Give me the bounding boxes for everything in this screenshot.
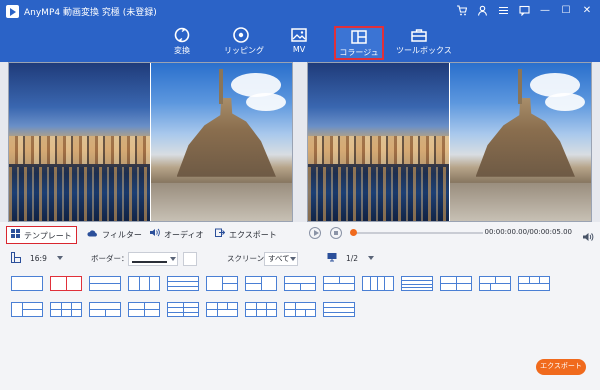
collage-edit-canvas[interactable] bbox=[8, 62, 293, 222]
collage-cell-city[interactable] bbox=[9, 63, 150, 221]
tab-ripper-label: リッピング bbox=[224, 46, 264, 55]
play-icon[interactable] bbox=[309, 227, 321, 239]
maximize-icon[interactable]: ☐ bbox=[559, 3, 573, 18]
tab-filter[interactable]: フィルター bbox=[87, 226, 142, 244]
tab-export-label: エクスポート bbox=[229, 230, 277, 240]
layout-template[interactable] bbox=[89, 302, 121, 317]
disc-icon bbox=[224, 26, 258, 44]
layout-template[interactable] bbox=[479, 276, 511, 291]
tab-audio-label: オーディオ bbox=[164, 230, 204, 240]
app-title: AnyMP4 動画変換 究極 (未登録) bbox=[24, 8, 157, 18]
options-row: 16:9 ボーダー： スクリーン： すべて 1/2 bbox=[0, 250, 600, 268]
layout-template[interactable] bbox=[128, 276, 160, 291]
collage-result-preview bbox=[307, 62, 592, 222]
export-button[interactable]: エクスポート bbox=[536, 359, 586, 375]
window-controls: — ☐ ✕ bbox=[454, 3, 594, 18]
collage-icon bbox=[336, 28, 382, 46]
aspect-ratio-caret[interactable] bbox=[57, 256, 63, 260]
border-color-box[interactable] bbox=[183, 252, 197, 266]
aspect-ratio-icon bbox=[11, 252, 21, 268]
preview-area bbox=[0, 62, 600, 222]
progress-knob[interactable] bbox=[350, 229, 357, 236]
speaker-icon bbox=[150, 226, 160, 244]
settings-tabs: テンプレート フィルター オーディオ エクスポート bbox=[0, 224, 300, 246]
tab-convert-label: 変換 bbox=[174, 46, 190, 55]
layout-template[interactable] bbox=[89, 276, 121, 291]
convert-icon bbox=[168, 26, 196, 44]
preview-cell-city bbox=[308, 63, 449, 221]
tab-template[interactable]: テンプレート bbox=[6, 226, 77, 244]
layout-template[interactable] bbox=[323, 276, 355, 291]
tab-collage[interactable]: コラージュ bbox=[334, 26, 384, 60]
border-select[interactable] bbox=[128, 252, 178, 266]
template-icon bbox=[11, 227, 20, 245]
layout-template[interactable] bbox=[245, 302, 277, 317]
tab-collage-label: コラージュ bbox=[339, 48, 379, 57]
app-window: AnyMP4 動画変換 究極 (未登録) — ☐ ✕ 変換 リッピング MV コ… bbox=[0, 0, 600, 390]
layout-template[interactable] bbox=[362, 276, 394, 291]
layout-template[interactable] bbox=[128, 302, 160, 317]
title-bar: AnyMP4 動画変換 究極 (未登録) — ☐ ✕ bbox=[0, 0, 600, 22]
minimize-icon[interactable]: — bbox=[538, 3, 552, 18]
tab-audio[interactable]: オーディオ bbox=[150, 226, 203, 244]
tab-mv-label: MV bbox=[292, 45, 306, 54]
page-caret[interactable] bbox=[368, 256, 374, 260]
layout-templates bbox=[11, 276, 571, 320]
playback-time: 00:00:00.00/00:00:05.00 bbox=[484, 228, 573, 236]
preview-cell-abbey bbox=[450, 63, 591, 221]
feedback-icon[interactable] bbox=[517, 3, 531, 18]
tab-ripper[interactable]: リッピング bbox=[224, 26, 264, 60]
layout-template[interactable] bbox=[284, 276, 316, 291]
user-icon[interactable] bbox=[475, 3, 489, 18]
layout-template[interactable] bbox=[206, 276, 238, 291]
layout-template[interactable] bbox=[11, 276, 43, 291]
top-bar: AnyMP4 動画変換 究極 (未登録) — ☐ ✕ 変換 リッピング MV コ… bbox=[0, 0, 600, 62]
layout-template[interactable] bbox=[167, 276, 199, 291]
close-icon[interactable]: ✕ bbox=[580, 3, 594, 18]
playback-bar: 00:00:00.00/00:00:05.00 bbox=[300, 224, 600, 242]
layout-template[interactable] bbox=[245, 276, 277, 291]
tab-toolbox[interactable]: ツールボックス bbox=[396, 26, 452, 60]
menu-icon[interactable] bbox=[496, 3, 510, 18]
tab-template-label: テンプレート bbox=[24, 231, 72, 241]
tab-filter-label: フィルター bbox=[102, 230, 142, 240]
cloud-icon bbox=[87, 226, 98, 244]
layout-template[interactable] bbox=[284, 302, 316, 317]
screen-select[interactable]: すべて bbox=[264, 252, 298, 266]
screen-select-value: すべて bbox=[268, 254, 290, 263]
tab-mv[interactable]: MV bbox=[285, 26, 313, 60]
volume-icon[interactable] bbox=[583, 227, 594, 246]
layout-template[interactable] bbox=[11, 302, 43, 317]
layout-template-selected[interactable] bbox=[50, 276, 82, 291]
aspect-ratio-value[interactable]: 16:9 bbox=[30, 252, 47, 266]
tab-export[interactable]: エクスポート bbox=[215, 226, 277, 244]
layout-template[interactable] bbox=[206, 302, 238, 317]
image-icon bbox=[285, 26, 313, 44]
layout-template[interactable] bbox=[323, 302, 355, 317]
layout-template[interactable] bbox=[167, 302, 199, 317]
layout-template[interactable] bbox=[518, 276, 550, 291]
layout-template[interactable] bbox=[401, 276, 433, 291]
main-nav: 変換 リッピング MV コラージュ ツールボックス bbox=[0, 22, 600, 62]
app-logo-icon bbox=[6, 5, 19, 18]
page-value[interactable]: 1/2 bbox=[346, 252, 358, 266]
monitor-icon bbox=[327, 252, 337, 267]
layout-template[interactable] bbox=[50, 302, 82, 317]
border-label: ボーダー： bbox=[91, 254, 129, 263]
collage-cell-abbey[interactable] bbox=[151, 63, 292, 221]
stop-icon[interactable] bbox=[330, 227, 342, 239]
export-icon bbox=[215, 226, 226, 244]
tab-convert[interactable]: 変換 bbox=[168, 26, 196, 60]
progress-track[interactable] bbox=[353, 232, 483, 234]
cart-icon[interactable] bbox=[454, 3, 468, 18]
tab-toolbox-label: ツールボックス bbox=[396, 46, 452, 55]
toolbox-icon bbox=[396, 26, 442, 44]
layout-template[interactable] bbox=[440, 276, 472, 291]
